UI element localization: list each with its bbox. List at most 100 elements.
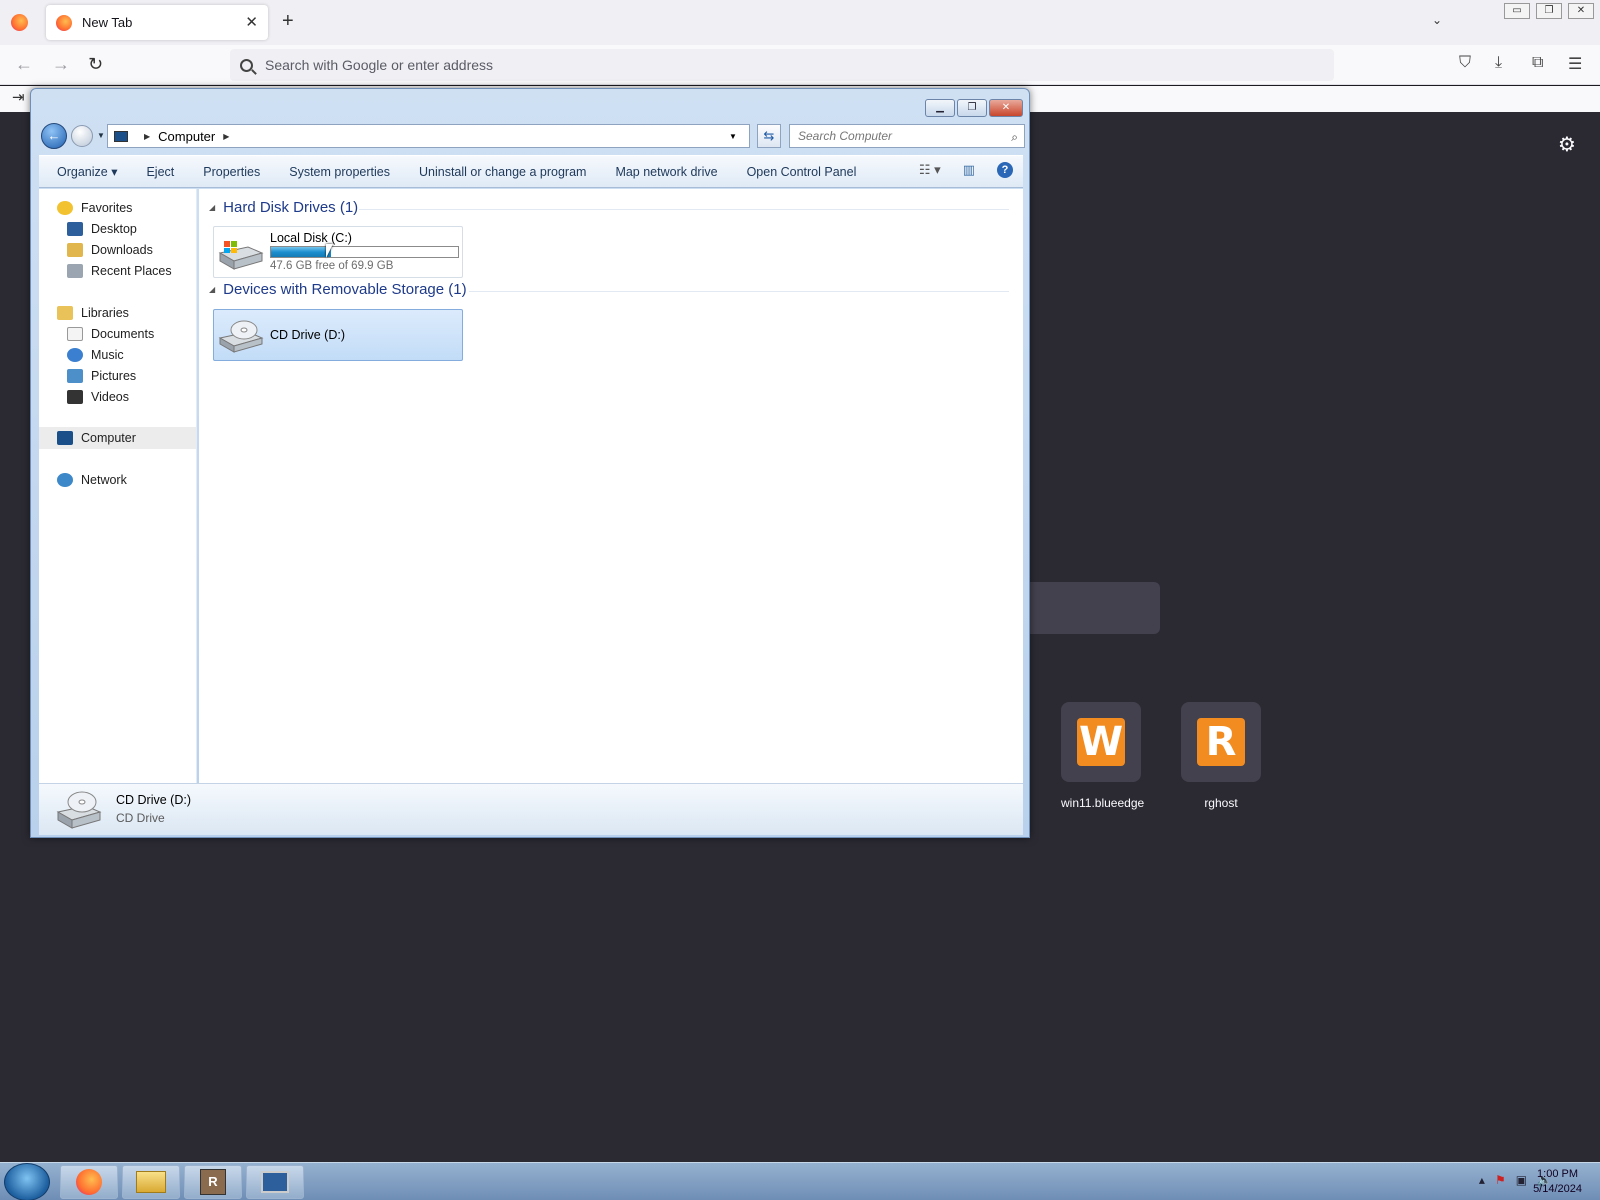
capacity-bar-fill xyxy=(271,247,331,257)
downloads-folder-icon xyxy=(67,243,83,257)
star-icon xyxy=(57,201,73,215)
explorer-search-input[interactable]: Search Computer ⌕ xyxy=(789,124,1025,148)
close-window-button[interactable]: ✕ xyxy=(1568,3,1594,19)
nav-label: Libraries xyxy=(81,306,129,320)
signin-icon[interactable]: ⇥ xyxy=(12,88,25,106)
uninstall-program-button[interactable]: Uninstall or change a program xyxy=(419,165,586,179)
explorer-minimize-button[interactable]: ▁ xyxy=(925,99,955,117)
nav-label: Pictures xyxy=(91,369,137,383)
address-bar[interactable]: ▶ Computer ▶ xyxy=(107,124,750,148)
restore-button[interactable]: ❐ xyxy=(1536,3,1562,19)
nav-label: Network xyxy=(81,473,127,487)
extensions-icon[interactable]: ⧉ xyxy=(1532,54,1543,72)
system-properties-button[interactable]: System properties xyxy=(289,165,390,179)
action-center-icon[interactable]: ⚑ xyxy=(1495,1173,1506,1187)
nav-item-videos[interactable]: Videos xyxy=(67,390,129,404)
address-dropdown-icon[interactable]: ▼ xyxy=(729,132,737,141)
network-tray-icon[interactable]: ▣ xyxy=(1516,1173,1527,1187)
group-header-hard-disk[interactable]: ◢ Hard Disk Drives (1) xyxy=(209,199,358,216)
nav-item-documents[interactable]: Documents xyxy=(67,327,154,341)
eject-button[interactable]: Eject xyxy=(146,165,174,179)
nav-label: Computer xyxy=(81,431,136,445)
back-icon[interactable]: ← xyxy=(15,54,33,75)
recent-pages-dropdown-icon[interactable]: ▼ xyxy=(97,131,105,140)
collapse-icon[interactable]: ◢ xyxy=(209,203,215,212)
firefox-icon xyxy=(11,14,28,31)
shortcut-box: W xyxy=(1061,702,1141,782)
forward-icon[interactable]: → xyxy=(52,54,70,75)
computer-icon xyxy=(57,431,73,445)
url-bar[interactable]: Search with Google or enter address xyxy=(230,49,1334,81)
shortcut-tile[interactable]: W win11.blueedge xyxy=(1061,702,1145,810)
nav-label: Recent Places xyxy=(91,264,172,278)
breadcrumb-computer[interactable]: Computer xyxy=(158,129,215,144)
nav-item-recent-places[interactable]: Recent Places xyxy=(67,264,172,278)
group-header-removable[interactable]: ◢ Devices with Removable Storage (1) xyxy=(209,281,467,298)
open-control-panel-button[interactable]: Open Control Panel xyxy=(747,165,857,179)
clock[interactable]: 1:00 PM 5/14/2024 xyxy=(1533,1167,1582,1197)
nav-label: Favorites xyxy=(81,201,133,215)
help-icon[interactable]: ? xyxy=(997,162,1013,178)
nav-item-desktop[interactable]: Desktop xyxy=(67,222,137,236)
new-tab-button[interactable]: + xyxy=(282,10,294,33)
nav-favorites[interactable]: Favorites xyxy=(57,201,132,215)
pocket-icon[interactable]: ⛉ xyxy=(1459,54,1471,72)
libraries-icon xyxy=(57,306,73,320)
nav-item-downloads[interactable]: Downloads xyxy=(67,243,153,257)
explorer-close-button[interactable]: ✕ xyxy=(989,99,1023,117)
nav-libraries[interactable]: Libraries xyxy=(57,306,129,320)
settings-gear-icon[interactable]: ⚙ xyxy=(1558,132,1576,157)
search-icon xyxy=(240,58,253,72)
hard-drive-icon xyxy=(218,241,264,270)
properties-button[interactable]: Properties xyxy=(203,165,260,179)
reload-icon[interactable]: ↻ xyxy=(88,54,103,75)
drive-cd-d[interactable]: CD Drive (D:) xyxy=(213,309,463,361)
collapse-icon[interactable]: ◢ xyxy=(209,285,215,294)
mouse-pointer-icon xyxy=(326,244,333,258)
map-network-drive-button[interactable]: Map network drive xyxy=(615,165,717,179)
show-hidden-icons-icon[interactable]: ▴ xyxy=(1479,1173,1485,1187)
tab-new-tab[interactable]: New Tab ✕ xyxy=(46,5,268,40)
shortcut-box: R xyxy=(1181,702,1261,782)
cd-drive-icon xyxy=(218,320,264,353)
refresh-icon[interactable]: ⇆ xyxy=(757,124,781,148)
organize-button[interactable]: Organize ▾ xyxy=(57,164,117,179)
breadcrumb-arrow-icon[interactable]: ▶ xyxy=(223,132,229,141)
tab-close-icon[interactable]: ✕ xyxy=(245,13,258,31)
url-placeholder: Search with Google or enter address xyxy=(265,57,494,73)
explorer-forward-button[interactable] xyxy=(71,125,93,147)
cd-drive-icon xyxy=(56,791,102,829)
shortcut-label: rghost xyxy=(1204,796,1238,810)
folder-icon xyxy=(136,1171,166,1193)
nav-item-music[interactable]: Music xyxy=(67,348,124,362)
nav-item-pictures[interactable]: Pictures xyxy=(67,369,136,383)
change-view-icon[interactable]: ☷ ▾ xyxy=(919,162,941,178)
minimize-button[interactable]: ▭ xyxy=(1504,3,1530,19)
taskbar-app-r[interactable]: R xyxy=(184,1165,242,1199)
nav-network[interactable]: Network xyxy=(57,473,127,487)
shortcut-tile[interactable]: R rghost xyxy=(1181,702,1261,810)
app-icon: R xyxy=(200,1169,226,1195)
taskbar-computer[interactable] xyxy=(246,1165,304,1199)
menu-icon[interactable]: ☰ xyxy=(1568,54,1582,74)
view-controls: ☷ ▾ ▥ ? xyxy=(919,162,1013,178)
explorer-maximize-button[interactable]: ❐ xyxy=(957,99,987,117)
preview-pane-icon[interactable]: ▥ xyxy=(963,162,975,178)
desktop-icon xyxy=(67,222,83,236)
start-button[interactable] xyxy=(4,1163,50,1200)
drive-local-disk-c[interactable]: Local Disk (C:) 47.6 GB free of 69.9 GB xyxy=(213,226,463,278)
group-title: Hard Disk Drives (1) xyxy=(223,199,359,216)
shortcut-label: win11.blueedge xyxy=(1061,796,1145,810)
tab-title: New Tab xyxy=(82,15,133,30)
list-all-tabs-icon[interactable]: ⌄ xyxy=(1432,13,1442,27)
downloads-icon[interactable]: ⤓ xyxy=(1495,54,1502,72)
taskbar-explorer[interactable] xyxy=(122,1165,180,1199)
breadcrumb-arrow-icon[interactable]: ▶ xyxy=(144,132,150,141)
nav-label: Videos xyxy=(91,390,129,404)
explorer-back-button[interactable]: ← xyxy=(41,123,67,149)
nav-computer[interactable]: Computer xyxy=(39,427,196,449)
newtab-search-box[interactable] xyxy=(1020,582,1160,634)
music-icon xyxy=(67,348,83,362)
search-icon: ⌕ xyxy=(1011,130,1018,144)
taskbar-firefox[interactable] xyxy=(60,1165,118,1199)
